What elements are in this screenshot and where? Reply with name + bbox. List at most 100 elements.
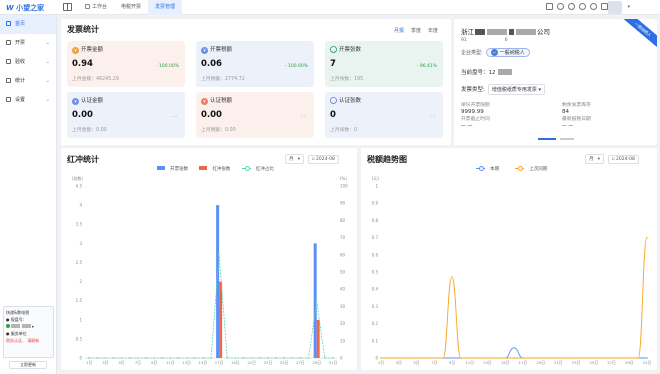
x-tick-label: 19日 xyxy=(536,360,545,365)
period-tabs: 月报 季度 年度 xyxy=(394,27,445,34)
line-red-ratio xyxy=(89,254,333,359)
company-name: 浙江 公司 xyxy=(461,26,550,36)
home-icon xyxy=(85,4,90,9)
customer-service: ● 服务单位 xyxy=(6,330,51,337)
red-period-select[interactable]: 月 ▾ xyxy=(285,154,305,164)
stat-value: — — xyxy=(461,124,473,129)
info-icon[interactable] xyxy=(590,3,597,10)
invoice-type: 发票类型: 增值税纸质专用发票 ▾ xyxy=(461,84,545,95)
y-tick-label: 0.8 xyxy=(372,218,379,223)
card-invoice-amount[interactable]: ¥ 开票金额 0.94 - 100.00% 上月金额：46245.29 xyxy=(67,41,185,87)
customer-card: 快递&数电税 ● 报盘号: ▾ ● 服务单位 税务认证、 请刷新 xyxy=(3,306,54,358)
x-tick-label: 27日 xyxy=(296,360,305,365)
tab-label: 电税开票 xyxy=(121,4,142,10)
tax-period-value: 12 xyxy=(488,70,496,76)
enterprise-type-label: 企业类型: xyxy=(461,50,483,56)
masked-value xyxy=(487,29,507,35)
y2-tick-label: 70 xyxy=(340,235,346,240)
point-red-ratio xyxy=(218,253,221,256)
chevron-down-icon[interactable]: ▾ xyxy=(627,4,630,10)
card-last-label: 上月张数： xyxy=(330,128,354,133)
red-date-picker[interactable]: ▫ 2024-08 xyxy=(307,155,339,164)
card-invoice-count[interactable]: ○ 开票张数 7 - 96.41% 上月张数：195 xyxy=(325,41,443,87)
sidebar-item-home[interactable]: 首页 xyxy=(0,15,56,34)
point-current-period xyxy=(513,346,515,349)
update-button[interactable]: 立即更新 xyxy=(9,361,47,369)
sidebar-item-issue[interactable]: 开票 ⌄ xyxy=(0,34,56,53)
invoice-type-value: 增值税纸质专用发票 xyxy=(491,87,537,93)
card-change: - - xyxy=(429,114,435,120)
tax-id: 91 6 xyxy=(461,38,508,43)
card-certified-tax[interactable]: ¥ 认证税额 0.00 - - 上月税额：0.00 xyxy=(196,92,314,138)
x-tick-label: 5日 xyxy=(413,360,419,365)
sidebar-item-settings[interactable]: 设置 ⌄ xyxy=(0,91,56,110)
card-last-label: 上月金额： xyxy=(72,77,96,82)
stat-value: 9999.99 xyxy=(461,109,484,115)
point-last-period xyxy=(601,357,604,359)
message-icon[interactable] xyxy=(568,3,575,10)
point-last-period xyxy=(619,357,622,359)
point-last-period xyxy=(513,357,515,359)
masked-value xyxy=(11,324,21,328)
card-last-value: 0.00 xyxy=(225,128,236,133)
tax-period-select[interactable]: 月 ▾ xyxy=(585,154,605,164)
point-last-period xyxy=(521,357,524,359)
sidebar-item-stats[interactable]: 统计 ⌄ xyxy=(0,72,56,91)
point-red-ratio xyxy=(104,356,107,360)
card-certified-amount[interactable]: ¥ 认证金额 0.00 - - 上月金额：0.00 xyxy=(67,92,185,138)
menu-toggle-icon[interactable] xyxy=(63,3,72,11)
y-tick-label: 4.5 xyxy=(76,184,83,189)
scroll-indicator xyxy=(560,138,574,140)
period-tab-quarter[interactable]: 季度 xyxy=(411,28,421,34)
x-tick-label: 11日 xyxy=(465,360,474,365)
card-value: 0.94 xyxy=(72,59,93,69)
tab-workbench[interactable]: 工作台 xyxy=(78,0,114,15)
red-chart-svg: (张数) (%) 0 0.5 1 1.5 2 2.5 3 3.5 4 4.5 0 10 20 30 40 50 60… xyxy=(72,175,348,365)
point-red-ratio xyxy=(331,356,334,360)
card-title: 开票张数 xyxy=(339,47,362,53)
x-tick-label: 21日 xyxy=(554,360,563,365)
customer-status[interactable]: ▾ xyxy=(6,323,51,330)
enterprise-type-badge: 一一般纳税人 xyxy=(485,48,530,57)
period-tab-month[interactable]: 月报 xyxy=(394,28,404,34)
headset-icon[interactable] xyxy=(557,3,564,10)
x-tick-label: 23日 xyxy=(264,360,273,365)
card-header: ¥ 开票金额 xyxy=(72,45,103,54)
tax-date-picker[interactable]: ▫ 2024-08 xyxy=(607,155,639,164)
card-title: 开票金额 xyxy=(81,47,104,53)
period-tab-year[interactable]: 年度 xyxy=(428,28,438,34)
tab-e-invoice[interactable]: 电税开票 xyxy=(114,0,148,15)
point-current-period xyxy=(451,357,453,359)
yen-icon: ¥ xyxy=(201,98,208,105)
help-icon[interactable] xyxy=(579,3,586,10)
y-tick-label: 4 xyxy=(79,203,82,208)
grid-icon[interactable] xyxy=(546,3,553,10)
stat-stock: 剩余发票库存 84 最新报税日期 — — xyxy=(562,102,591,130)
avatar[interactable] xyxy=(608,1,622,14)
point-last-period xyxy=(424,357,427,359)
tab-invoice-management[interactable]: 发票管理 xyxy=(148,0,183,15)
x-tick-label: 29日 xyxy=(625,360,634,365)
x-tick-label: 3日 xyxy=(102,360,108,365)
x-tick-label: 9日 xyxy=(449,360,455,365)
chart-icon xyxy=(6,78,11,83)
card-last-label: 上月张数： xyxy=(330,77,354,82)
notification-icon[interactable] xyxy=(601,3,608,10)
customer-warning[interactable]: 税务认证、 请刷新 xyxy=(6,337,51,344)
masked-value xyxy=(498,69,513,75)
tax-chart-title: 税额趋势图 xyxy=(367,155,407,164)
point-red-ratio xyxy=(177,356,180,360)
sidebar-item-check[interactable]: 验收 ⌄ xyxy=(0,53,56,72)
stat-label: 剩余发票库存 xyxy=(562,103,591,108)
card-last-label: 上月税额： xyxy=(201,128,225,133)
card-value: 0 xyxy=(330,110,336,120)
person-icon: ● xyxy=(6,331,10,336)
invoice-type-select[interactable]: 增值税纸质专用发票 ▾ xyxy=(487,84,545,95)
card-certified-count[interactable]: ○ 认证张数 0 - - 上月张数：0 xyxy=(325,92,443,138)
card-invoice-tax[interactable]: ¥ 开票税额 0.06 - 100.00% 上月税额：2774.72 xyxy=(196,41,314,87)
card-last: 上月金额：0.00 xyxy=(72,126,107,133)
app-logo[interactable]: W 小望之家 xyxy=(6,3,44,13)
x-tick-label: 3日 xyxy=(396,360,402,365)
x-tick-label: 7日 xyxy=(135,360,141,365)
card-last-value: 2774.72 xyxy=(225,77,245,82)
